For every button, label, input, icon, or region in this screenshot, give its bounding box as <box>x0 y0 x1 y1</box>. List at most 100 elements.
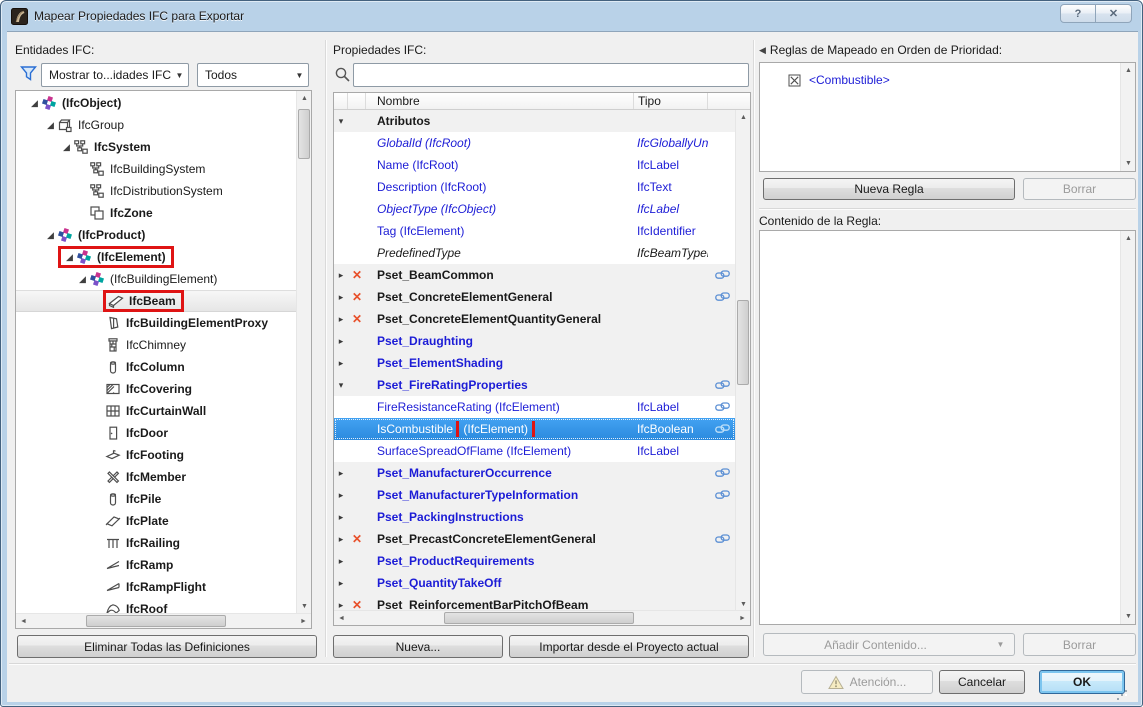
collapse-node-icon[interactable]: ◢ <box>44 230 57 240</box>
expand-group-icon[interactable]: ▸ <box>334 336 348 347</box>
tree-item[interactable]: ◢ IfcSystem <box>16 136 296 158</box>
entity-type-dropdown[interactable]: Todos ▼ <box>197 63 309 87</box>
tree-vertical-scrollbar[interactable]: ▲ ▼ <box>296 91 311 614</box>
header-tipo[interactable]: Tipo <box>634 93 708 109</box>
property-row[interactable]: FireResistanceRating (IfcElement) IfcLabe… <box>334 396 735 418</box>
pset-row[interactable]: ▸ Pset_Draughting <box>334 330 735 352</box>
property-row[interactable]: GlobalId (IfcRoot) IfcGloballyUni... <box>334 132 735 154</box>
tree-vscroll-thumb[interactable] <box>298 109 310 159</box>
new-rule-button[interactable]: Nueva Regla <box>763 178 1015 200</box>
attributes-group-row[interactable]: ▾ Atributos <box>334 110 735 132</box>
pset-row[interactable]: ▸ Pset_ProductRequirements <box>334 550 735 572</box>
tree-item[interactable]: IfcCovering <box>16 378 296 400</box>
expand-group-icon[interactable]: ▸ <box>334 490 348 501</box>
add-content-dropdown-arrow[interactable]: ▼ <box>987 633 1015 656</box>
pset-row[interactable]: ▸ Pset_ElementShading <box>334 352 735 374</box>
tree-horizontal-scrollbar[interactable]: ◄ ► <box>16 613 311 628</box>
property-row[interactable]: Tag (IfcElement) IfcIdentifier <box>334 220 735 242</box>
pset-row[interactable]: ▸ ✕ Pset_ConcreteElementQuantityGeneral <box>334 308 735 330</box>
tree-item[interactable]: IfcColumn <box>16 356 296 378</box>
tree-item[interactable]: IfcZone <box>16 202 296 224</box>
scroll-down-icon[interactable]: ▼ <box>1121 156 1136 171</box>
tree-item[interactable]: IfcRampFlight <box>16 576 296 598</box>
collapse-node-icon[interactable]: ◢ <box>44 120 57 130</box>
property-row[interactable]: Name (IfcRoot) IfcLabel <box>334 154 735 176</box>
tree-item[interactable]: ◢ (IfcObject) <box>16 92 296 114</box>
scroll-up-icon[interactable]: ▲ <box>297 91 312 106</box>
expand-group-icon[interactable]: ▸ <box>334 534 348 545</box>
collapse-group-icon[interactable]: ▾ <box>334 380 348 391</box>
expand-group-icon[interactable]: ▸ <box>334 578 348 589</box>
collapse-group-icon[interactable]: ▾ <box>334 116 348 127</box>
tree-item[interactable]: IfcPile <box>16 488 296 510</box>
rules-scrollbar[interactable]: ▲ ▼ <box>1120 63 1135 171</box>
tree-item[interactable]: IfcChimney <box>16 334 296 356</box>
tree-item[interactable]: IfcRoof <box>16 598 296 614</box>
tree-item[interactable]: IfcCurtainWall <box>16 400 296 422</box>
cancel-button[interactable]: Cancelar <box>939 670 1025 694</box>
tree-item[interactable]: IfcMember <box>16 466 296 488</box>
add-content-button[interactable]: Añadir Contenido... <box>763 633 988 656</box>
tree-item[interactable]: IfcDoor <box>16 422 296 444</box>
tree-item[interactable]: IfcFooting <box>16 444 296 466</box>
tree-item[interactable]: ◢ (IfcProduct) <box>16 224 296 246</box>
pset-row[interactable]: ▾ Pset_FireRatingProperties <box>334 374 735 396</box>
expand-group-icon[interactable]: ▸ <box>334 314 348 325</box>
scroll-up-icon[interactable]: ▲ <box>1121 63 1136 78</box>
tree-hscroll-thumb[interactable] <box>86 615 226 627</box>
tree-item[interactable]: IfcDistributionSystem <box>16 180 296 202</box>
expand-group-icon[interactable]: ▸ <box>334 292 348 303</box>
expand-group-icon[interactable]: ▸ <box>334 358 348 369</box>
pset-row[interactable]: ▸ Pset_ManufacturerTypeInformation <box>334 484 735 506</box>
tree-item[interactable]: IfcPlate <box>16 510 296 532</box>
expand-group-icon[interactable]: ▸ <box>334 468 348 479</box>
tree-item[interactable]: ◢ (IfcBuildingElement) <box>16 268 296 290</box>
pset-row[interactable]: ▸ ✕ Pset_ConcreteElementGeneral <box>334 286 735 308</box>
rule-item[interactable]: <Combustible> <box>760 71 1120 89</box>
tree-item[interactable]: IfcRailing <box>16 532 296 554</box>
tree-item[interactable]: IfcRamp <box>16 554 296 576</box>
scroll-left-icon[interactable]: ◄ <box>334 611 349 626</box>
properties-search-input[interactable] <box>353 63 749 87</box>
expand-group-icon[interactable]: ▸ <box>334 556 348 567</box>
scroll-up-icon[interactable]: ▲ <box>736 110 751 125</box>
property-row[interactable]: IsCombustible (IfcElement) IfcBoolean <box>334 418 735 440</box>
pset-row[interactable]: ▸ Pset_QuantityTakeOff <box>334 572 735 594</box>
delete-all-definitions-button[interactable]: Eliminar Todas las Definiciones <box>17 635 317 658</box>
expand-group-icon[interactable]: ▸ <box>334 600 348 611</box>
pset-row[interactable]: ▸ ✕ Pset_BeamCommon <box>334 264 735 286</box>
expand-group-icon[interactable]: ▸ <box>334 512 348 523</box>
delete-content-button[interactable]: Borrar <box>1023 633 1136 656</box>
properties-hscroll-thumb[interactable] <box>444 612 634 624</box>
scroll-down-icon[interactable]: ▼ <box>1121 609 1136 624</box>
collapse-node-icon[interactable]: ◢ <box>28 98 41 108</box>
delete-rule-button[interactable]: Borrar <box>1023 178 1136 200</box>
property-row[interactable]: Description (IfcRoot) IfcText <box>334 176 735 198</box>
property-row[interactable]: SurfaceSpreadOfFlame (IfcElement) IfcLabe… <box>334 440 735 462</box>
import-from-project-button[interactable]: Importar desde el Proyecto actual <box>509 635 749 658</box>
tree-item[interactable]: IfcBuildingElementProxy <box>16 312 296 334</box>
new-property-button[interactable]: Nueva... <box>333 635 503 658</box>
tree-item[interactable]: IfcBuildingSystem <box>16 158 296 180</box>
tree-item[interactable]: ◢ (IfcElement) <box>16 246 296 268</box>
titlebar[interactable]: Mapear Propiedades IFC para Exportar ? ✕ <box>1 1 1142 31</box>
expand-group-icon[interactable]: ▸ <box>334 270 348 281</box>
pset-row[interactable]: ▸ ✕ Pset_PrecastConcreteElementGeneral <box>334 528 735 550</box>
collapse-node-icon[interactable]: ◢ <box>60 142 73 152</box>
properties-vscroll-thumb[interactable] <box>737 300 749 385</box>
property-row[interactable]: PredefinedType IfcBeamTypeEn... <box>334 242 735 264</box>
scroll-left-icon[interactable]: ◄ <box>16 614 31 629</box>
close-button[interactable]: ✕ <box>1096 4 1132 23</box>
header-nombre[interactable]: Nombre <box>366 93 634 109</box>
ok-button[interactable]: OK <box>1039 670 1125 694</box>
pset-row[interactable]: ▸ Pset_ManufacturerOccurrence <box>334 462 735 484</box>
properties-table-header[interactable]: Nombre Tipo <box>334 93 750 110</box>
tree-item[interactable]: IfcBeam <box>16 290 296 312</box>
properties-vertical-scrollbar[interactable]: ▲ ▼ <box>735 110 750 612</box>
attention-button[interactable]: Atención... <box>801 670 933 694</box>
collapse-node-icon[interactable]: ◢ <box>76 274 89 284</box>
scroll-up-icon[interactable]: ▲ <box>1121 231 1136 246</box>
resize-grip[interactable] <box>1125 690 1135 700</box>
tree-item[interactable]: ◢ IfcGroup <box>16 114 296 136</box>
rule-content-scrollbar[interactable]: ▲ ▼ <box>1120 231 1135 624</box>
